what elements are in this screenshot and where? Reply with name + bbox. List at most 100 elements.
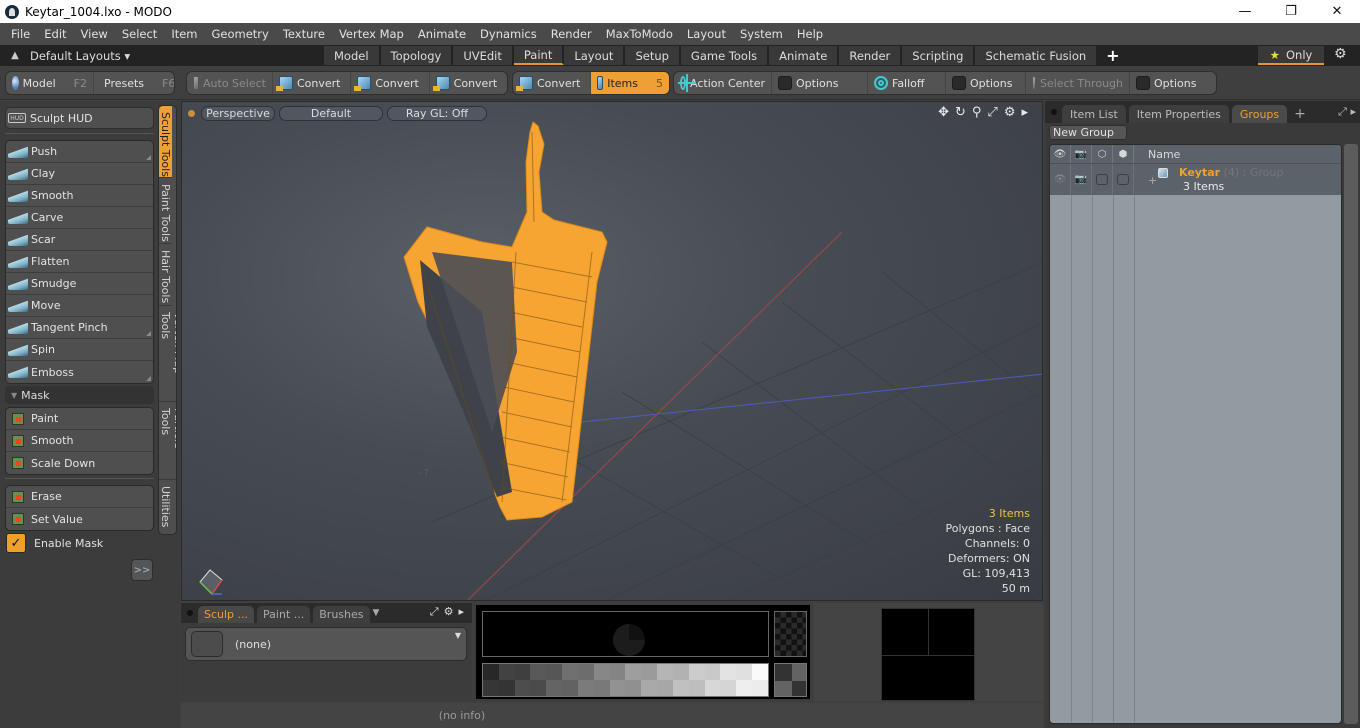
tool-spin[interactable]: Spin	[6, 339, 153, 361]
action-center-options-button[interactable]: Options	[772, 72, 868, 94]
tool-clay[interactable]: Clay	[6, 163, 153, 185]
alpha-checker-swatch[interactable]	[774, 611, 807, 657]
menu-item[interactable]: Item	[164, 27, 204, 41]
falloff-options-button[interactable]: Options	[946, 72, 1026, 94]
color-preview[interactable]	[482, 611, 769, 657]
panel-more-icon[interactable]: ▸	[458, 605, 464, 619]
row-visibility-eye-icon[interactable]: 👁	[1050, 164, 1071, 195]
panel-menu-dot[interactable]	[1051, 109, 1057, 115]
select-through-options-button[interactable]: Options	[1130, 72, 1216, 94]
layout-tab-schematic-fusion[interactable]: Schematic Fusion	[975, 46, 1099, 65]
new-group-button[interactable]: New Group	[1049, 125, 1127, 140]
enable-mask-checkbox[interactable]: ✓	[6, 533, 26, 553]
tool-flatten[interactable]: Flatten	[6, 251, 153, 273]
tab-groups[interactable]: Groups	[1231, 105, 1288, 123]
menu-layout[interactable]: Layout	[680, 27, 733, 41]
vtab-utilities[interactable]: Utilities	[159, 480, 172, 534]
3d-viewport[interactable]: -7 Perspective Default Ray GL: Off ✥ ↻ ⚲…	[181, 101, 1043, 601]
visibility-eye-icon[interactable]: 👁	[1050, 145, 1071, 163]
group-item-keytar[interactable]: + Keytar (4) : Group 3 Items	[1134, 164, 1283, 195]
select-through-button[interactable]: Select Through	[1026, 72, 1130, 94]
menu-vertex-map[interactable]: Vertex Map	[332, 27, 411, 41]
mask-section-header[interactable]: ▼ Mask	[5, 386, 154, 404]
pan-move-icon[interactable]: ✥	[938, 105, 949, 120]
vtab-particle-tools[interactable]: Particle Tools	[159, 402, 176, 480]
maximize-button[interactable]: ❐	[1268, 0, 1314, 23]
close-button[interactable]: ✕	[1314, 0, 1360, 23]
name-column-header[interactable]: Name	[1134, 145, 1180, 163]
menu-file[interactable]: File	[4, 27, 37, 41]
vtab-vertex-map-tools[interactable]: Vertex Map Tools	[159, 306, 176, 402]
add-layout-tab-button[interactable]: +	[1098, 46, 1130, 65]
tool-push[interactable]: Push	[6, 141, 153, 163]
tool-scar[interactable]: Scar	[6, 229, 153, 251]
items-mode-button[interactable]: Items 5	[591, 72, 669, 94]
tab-paint-presets[interactable]: Paint ...	[257, 606, 311, 623]
tabs-dropdown-icon[interactable]: ▼	[373, 608, 380, 618]
tab-item-list[interactable]: Item List	[1062, 105, 1126, 123]
mask-tool-smooth[interactable]: Smooth	[6, 430, 153, 452]
row-render-camera-icon[interactable]: 📷	[1071, 164, 1092, 195]
convert-polygons-button[interactable]: Convert	[430, 72, 507, 94]
panel-menu-dot[interactable]	[187, 610, 193, 616]
layout-tab-uvedit[interactable]: UVEdit	[453, 46, 514, 65]
tab-sculpt-presets[interactable]: Sculp ...	[198, 606, 255, 623]
checker-swatch[interactable]	[774, 663, 807, 697]
tool-smooth[interactable]: Smooth	[6, 185, 153, 207]
groups-scrollbar[interactable]	[1344, 144, 1358, 724]
minimize-button[interactable]: —	[1222, 0, 1268, 23]
only-favorites-toggle[interactable]: ★ Only	[1258, 46, 1324, 65]
layout-tab-topology[interactable]: Topology	[380, 46, 454, 65]
menu-help[interactable]: Help	[790, 27, 830, 41]
action-center-button[interactable]: Action Center	[674, 72, 772, 94]
menu-animate[interactable]: Animate	[411, 27, 473, 41]
menu-dynamics[interactable]: Dynamics	[473, 27, 544, 41]
auto-select-button[interactable]: Auto Select	[187, 72, 273, 94]
tool-smudge[interactable]: Smudge	[6, 273, 153, 295]
shading-mode-button[interactable]: Default	[279, 105, 383, 121]
menu-view[interactable]: View	[74, 27, 115, 41]
tab-item-properties[interactable]: Item Properties	[1128, 105, 1229, 123]
layout-tab-animate[interactable]: Animate	[769, 46, 840, 65]
falloff-button[interactable]: Falloff	[868, 72, 946, 94]
menu-edit[interactable]: Edit	[37, 27, 73, 41]
layout-tab-setup[interactable]: Setup	[625, 46, 681, 65]
default-layouts-dropdown[interactable]: Default Layouts ▾	[30, 49, 324, 63]
view-type-button[interactable]: Perspective	[201, 105, 275, 121]
panel-gear-icon[interactable]: ⚙	[444, 605, 454, 619]
texture-swatch-grid[interactable]	[881, 608, 975, 701]
expand-plus-icon[interactable]: +	[1148, 174, 1157, 188]
menu-select[interactable]: Select	[115, 27, 164, 41]
lock-shield-icon[interactable]: ⬡	[1092, 145, 1113, 163]
vtab-sculpt-tools[interactable]: Sculpt Tools	[159, 106, 172, 178]
row-select-toggle[interactable]	[1113, 164, 1134, 195]
tool-tangent-pinch[interactable]: Tangent Pinch	[6, 317, 153, 339]
menu-texture[interactable]: Texture	[276, 27, 332, 41]
panel-maximize-icon[interactable]: ⤢	[430, 605, 439, 619]
tool-emboss[interactable]: Emboss	[6, 361, 153, 383]
panel-maximize-icon[interactable]: ⤢ ▸	[1338, 105, 1360, 119]
viewport-gear-icon[interactable]: ⚙	[1004, 105, 1016, 120]
viewport-more-icon[interactable]: ▸	[1021, 105, 1028, 120]
convert-materials-button[interactable]: Convert	[513, 72, 591, 94]
sculpt-hud-button[interactable]: HUD Sculpt HUD	[5, 107, 154, 129]
add-tab-button[interactable]: +	[1290, 105, 1310, 123]
rotate-icon[interactable]: ↻	[955, 105, 966, 120]
zoom-icon[interactable]: ⚲	[972, 105, 982, 120]
mask-tool-paint[interactable]: Paint	[6, 408, 153, 430]
expand-more-button[interactable]: >>	[131, 559, 153, 581]
layout-tab-paint[interactable]: Paint	[513, 46, 565, 65]
vtab-hair-tools[interactable]: Hair Tools	[159, 244, 172, 306]
raygl-toggle-button[interactable]: Ray GL: Off	[387, 105, 487, 121]
group-row[interactable]: 👁 📷 + Keytar (4) : Group 3 Items	[1050, 163, 1341, 195]
layout-tab-game-tools[interactable]: Game Tools	[680, 46, 770, 65]
menu-system[interactable]: System	[733, 27, 790, 41]
layout-tab-render[interactable]: Render	[839, 46, 903, 65]
menu-render[interactable]: Render	[544, 27, 599, 41]
render-camera-icon[interactable]: 📷	[1071, 145, 1092, 163]
mask-tool-erase[interactable]: Erase	[6, 486, 153, 508]
convert-vertices-button[interactable]: Convert	[273, 72, 352, 94]
selectable-cube-icon[interactable]: ⬢	[1113, 145, 1134, 163]
layout-tab-layout[interactable]: Layout	[564, 46, 626, 65]
keytar-model[interactable]	[403, 121, 608, 521]
